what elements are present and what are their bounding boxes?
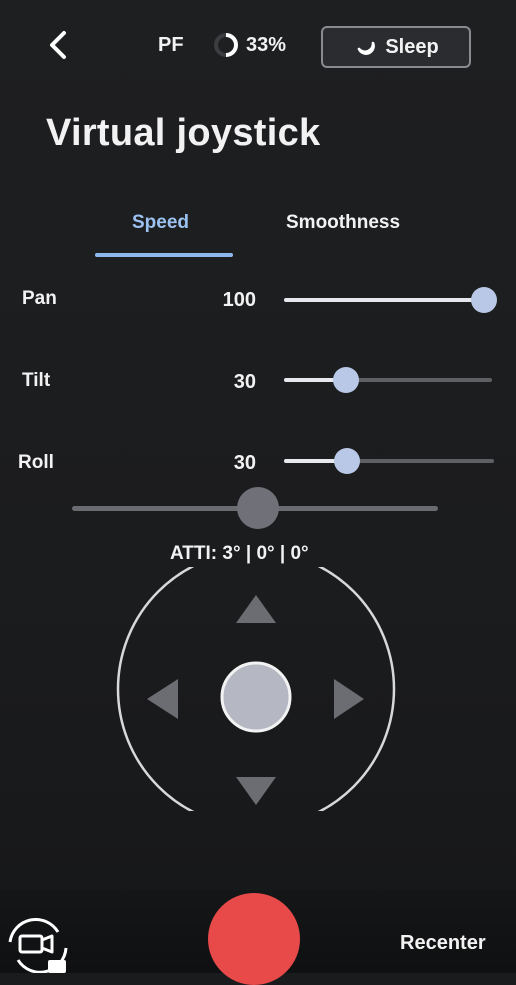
pan-slider-handle[interactable] [471, 287, 497, 313]
top-bar: PF 33% Sleep [0, 22, 516, 72]
pan-label: Pan [22, 288, 57, 309]
triangle-up-icon[interactable] [236, 595, 276, 623]
pan-slider[interactable] [284, 287, 497, 313]
pitch-slider-handle[interactable] [237, 487, 279, 529]
battery-ring-icon [214, 33, 239, 57]
roll-label: Roll [18, 452, 54, 473]
mode-indicator: PF [158, 34, 184, 56]
triangle-down-icon[interactable] [236, 777, 276, 805]
page-title: Virtual joystick [46, 112, 321, 154]
tilt-slider[interactable] [284, 367, 492, 393]
record-button[interactable] [208, 893, 300, 985]
sleep-label: Sleep [385, 35, 439, 58]
sleep-button[interactable]: Sleep [321, 26, 471, 68]
pan-value: 100 [222, 289, 256, 311]
battery-percent: 33% [246, 34, 287, 56]
tilt-value: 30 [233, 371, 256, 393]
camera-switch-icon[interactable] [0, 912, 78, 973]
roll-slider[interactable] [284, 448, 494, 474]
attitude-readout: ATTI: 3° | 0° | 0° [170, 543, 309, 564]
triangle-right-icon[interactable] [334, 679, 364, 719]
joystick-pad[interactable] [116, 567, 396, 811]
joystick-thumb[interactable] [220, 661, 292, 733]
moon-icon [358, 41, 376, 55]
tilt-label: Tilt [22, 370, 51, 391]
chevron-left-icon[interactable] [44, 28, 74, 62]
roll-value: 30 [233, 452, 256, 474]
pan-slider-fill [284, 298, 490, 302]
tab-smoothness[interactable]: Smoothness [286, 212, 400, 234]
recenter-button[interactable]: Recenter [400, 932, 486, 955]
active-tab-indicator [95, 253, 233, 257]
roll-slider-handle[interactable] [334, 448, 360, 474]
tilt-slider-handle[interactable] [333, 367, 359, 393]
app-screen: PF 33% Sleep Virtual joystick Speed Smoo… [0, 0, 516, 985]
tab-speed[interactable]: Speed [132, 212, 189, 234]
triangle-left-icon[interactable] [147, 679, 178, 719]
